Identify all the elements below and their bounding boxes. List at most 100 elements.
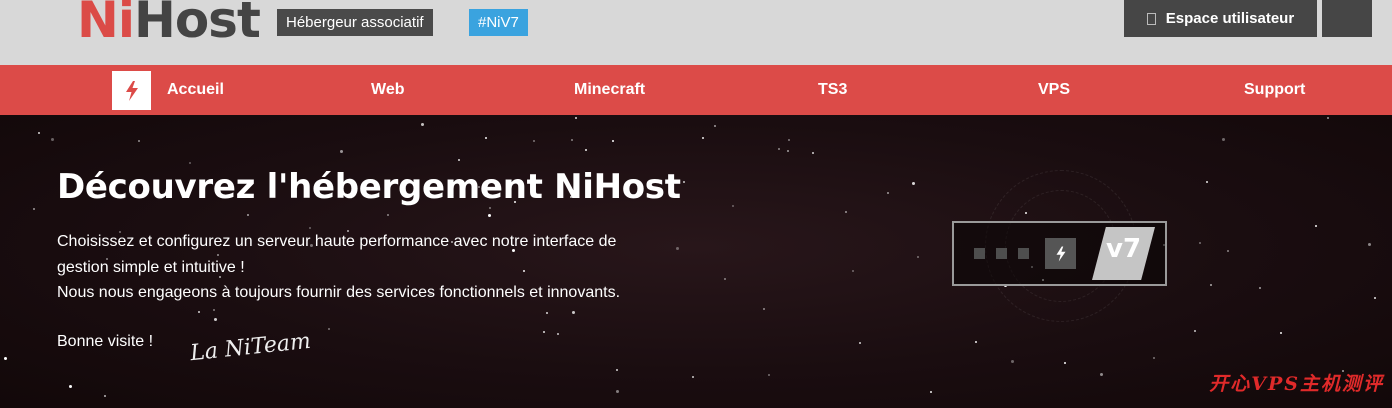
star <box>1368 243 1371 246</box>
v7-label: v7 <box>1106 234 1142 264</box>
nav-web[interactable]: Web <box>371 65 404 115</box>
nav-accueil[interactable]: Accueil <box>167 65 224 115</box>
star <box>387 214 389 216</box>
star <box>485 137 487 139</box>
star <box>1210 284 1212 286</box>
star <box>421 123 424 126</box>
star <box>309 227 311 229</box>
star <box>612 140 614 142</box>
star <box>247 214 249 216</box>
dot-square <box>996 248 1007 259</box>
dot-square <box>1018 248 1029 259</box>
top-header: NiHost Hébergeur associatif #NiV7 Espace… <box>0 0 1392 65</box>
hero-section: Découvrez l'hébergement NiHost Choisisse… <box>0 115 1392 408</box>
star <box>557 333 559 335</box>
star <box>930 391 932 393</box>
star <box>4 357 7 360</box>
star <box>1064 362 1066 364</box>
star <box>489 207 491 209</box>
star <box>732 205 734 207</box>
star <box>217 254 219 256</box>
nav-support[interactable]: Support <box>1244 65 1305 115</box>
version-badge[interactable]: #NiV7 <box>469 9 528 36</box>
star <box>724 278 726 280</box>
star <box>812 152 814 154</box>
star <box>1222 138 1225 141</box>
star <box>676 247 679 250</box>
star <box>787 150 789 152</box>
star <box>714 125 716 127</box>
star <box>917 256 919 258</box>
user-icon <box>1146 12 1156 25</box>
star <box>616 390 619 393</box>
star <box>347 230 349 232</box>
hero-title: Découvrez l'hébergement NiHost <box>57 167 681 207</box>
star <box>1259 287 1261 289</box>
v7-bolt-icon <box>1045 238 1076 269</box>
associatif-badge: Hébergeur associatif <box>277 9 433 36</box>
star <box>69 385 72 388</box>
star <box>104 395 106 397</box>
star <box>1194 330 1196 332</box>
star <box>1374 297 1376 299</box>
star <box>543 331 545 333</box>
nav-minecraft[interactable]: Minecraft <box>574 65 645 115</box>
star <box>458 159 460 161</box>
star <box>1199 242 1201 244</box>
star <box>1280 332 1282 334</box>
hero-text-line1: Choisissez et configurez un serveur haut… <box>57 233 617 250</box>
nav-vps[interactable]: VPS <box>1038 65 1070 115</box>
star <box>692 376 694 378</box>
user-space-label: Espace utilisateur <box>1165 10 1295 27</box>
star <box>328 328 330 330</box>
menu-button[interactable] <box>1322 0 1372 37</box>
niteam-signature: La NiTeam <box>189 328 312 367</box>
star <box>38 132 40 134</box>
star <box>845 211 847 213</box>
star <box>778 148 780 150</box>
dot-square <box>974 248 985 259</box>
star <box>1206 181 1208 183</box>
home-bolt-button[interactable] <box>112 71 151 110</box>
star <box>138 140 140 142</box>
star <box>198 311 200 313</box>
star <box>683 181 685 183</box>
star <box>214 318 217 321</box>
main-nav: Accueil Web Minecraft TS3 VPS Support <box>0 65 1392 115</box>
star <box>572 311 575 314</box>
star <box>763 308 765 310</box>
star <box>575 117 577 119</box>
star <box>488 214 491 217</box>
star <box>1100 373 1103 376</box>
star <box>1327 117 1329 119</box>
star <box>523 270 525 272</box>
v7-version-widget: v7 <box>952 221 1167 286</box>
star <box>768 374 770 376</box>
star <box>1227 250 1229 252</box>
nav-ts3[interactable]: TS3 <box>818 65 847 115</box>
bolt-icon <box>125 80 138 101</box>
star <box>616 369 618 371</box>
star <box>571 139 573 141</box>
star <box>33 208 35 210</box>
hero-text-line3: Nous nous engageons à toujours fournir d… <box>57 284 621 301</box>
star <box>1153 357 1155 359</box>
star <box>975 341 977 343</box>
star <box>213 309 215 311</box>
watermark-text: 开心VPS主机测评 <box>1209 373 1384 395</box>
star <box>189 162 191 164</box>
star <box>1011 360 1014 363</box>
star <box>852 270 854 272</box>
star <box>340 150 343 153</box>
hero-text-line2: gestion simple et intuitive ! <box>57 259 245 276</box>
star <box>912 182 915 185</box>
user-space-button[interactable]: Espace utilisateur <box>1124 0 1317 37</box>
star <box>887 192 889 194</box>
star <box>546 312 548 314</box>
star <box>702 137 704 139</box>
greeting: Bonne visite ! <box>57 333 154 350</box>
star <box>585 149 587 151</box>
star <box>51 138 54 141</box>
nihost-logo[interactable]: NiHost <box>77 0 261 50</box>
star <box>533 140 535 142</box>
